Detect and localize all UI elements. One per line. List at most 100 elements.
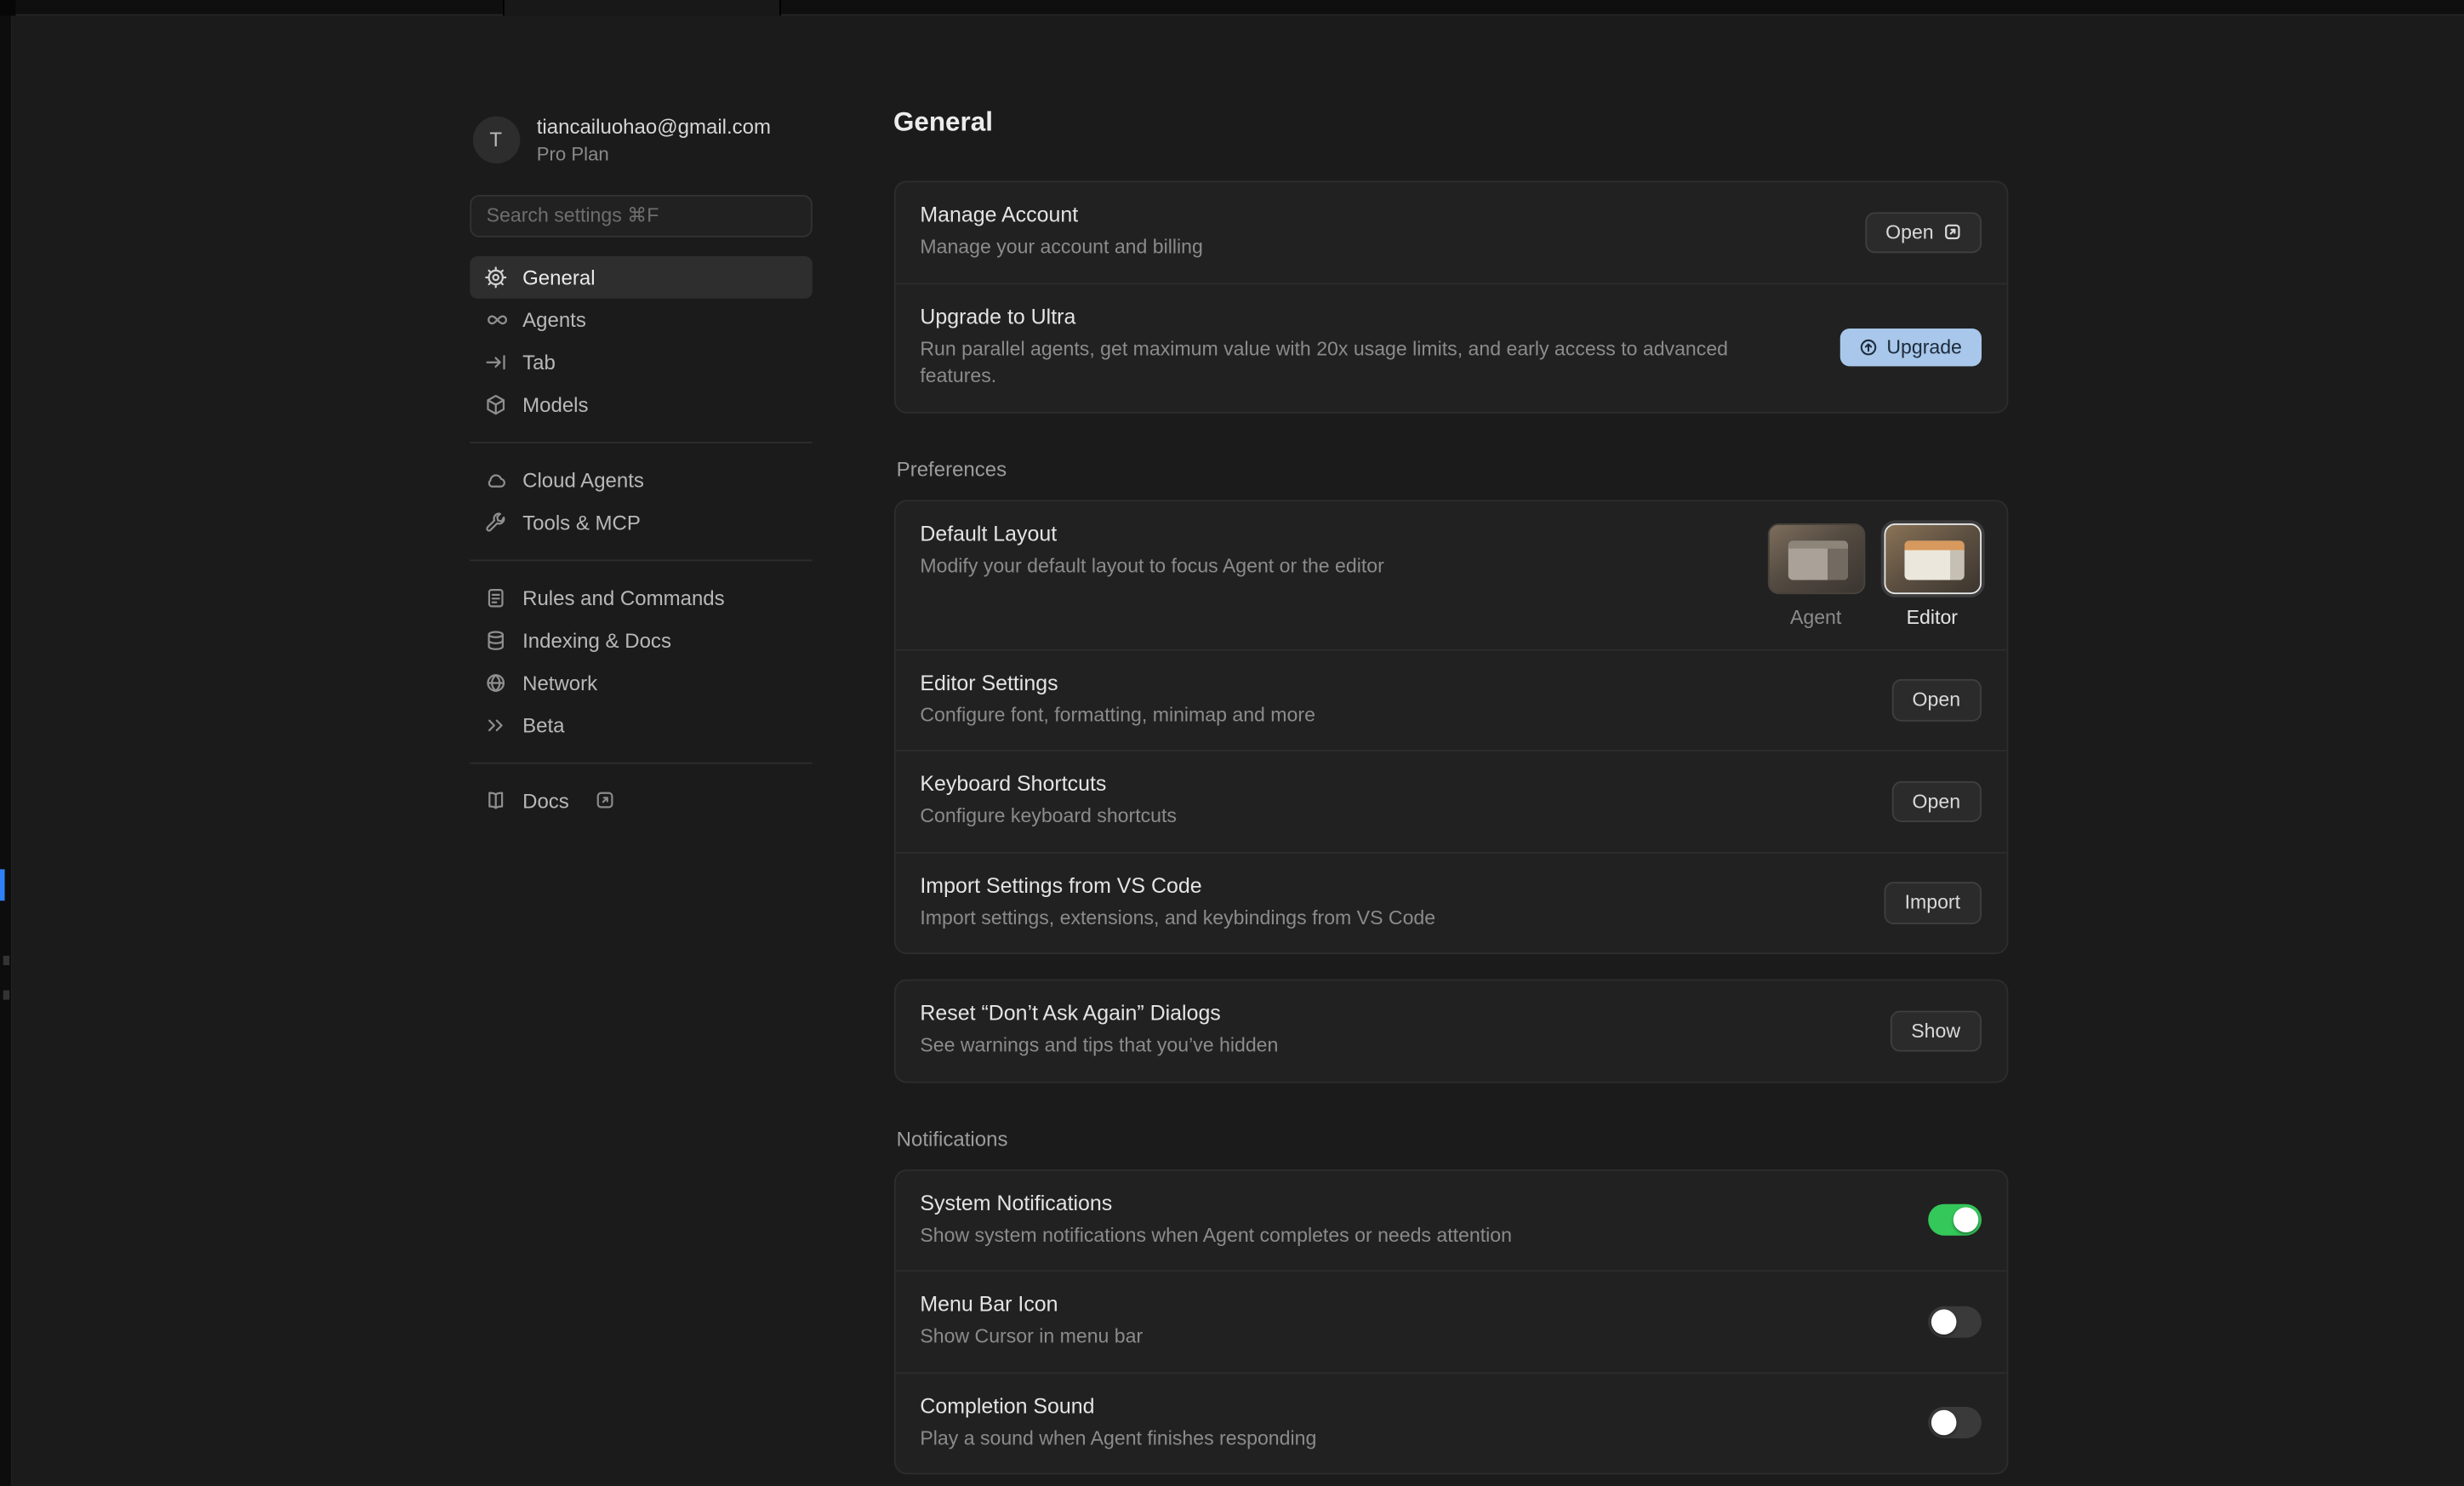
sidebar-item-tools-mcp[interactable]: Tools & MCP <box>469 501 812 544</box>
sidebar-item-general[interactable]: General <box>469 256 812 299</box>
row-subtitle: Play a sound when Agent finishes respond… <box>920 1425 1890 1452</box>
import-vscode-button[interactable]: Import <box>1885 882 1981 923</box>
divider <box>469 441 812 443</box>
row-title: Upgrade to Ultra <box>920 304 1801 328</box>
clipboard-icon <box>483 586 507 609</box>
settings-nav: General Agents Tab <box>469 256 812 822</box>
sidebar-item-agents[interactable]: Agents <box>469 298 812 340</box>
button-label: Import <box>1905 893 1960 912</box>
chevrons-right-icon <box>483 713 507 737</box>
avatar: T <box>472 116 519 163</box>
settings-content: General Manage Account Manage your accou… <box>893 104 2007 1486</box>
settings-panel: T tiancailuohao@gmail.com Pro Plan Gener… <box>13 15 2464 1486</box>
button-label: Open <box>1885 222 1934 242</box>
default-layout-row: Default Layout Modify your default layou… <box>895 500 2006 649</box>
editor-tabbar-fragment <box>0 0 2464 15</box>
keyboard-shortcuts-open-button[interactable]: Open <box>1892 780 1982 822</box>
infinity-icon <box>483 308 507 332</box>
sidebar-item-label: Docs <box>522 789 569 813</box>
book-icon <box>483 789 507 813</box>
active-tab-fragment[interactable] <box>503 0 781 15</box>
layout-option-label: Agent <box>1767 606 1865 628</box>
sidebar-item-cloud-agents[interactable]: Cloud Agents <box>469 459 812 501</box>
reset-dialogs-show-button[interactable]: Show <box>1891 1010 1981 1052</box>
section-label-notifications: Notifications <box>897 1126 2005 1150</box>
reset-dialogs-card: Reset “Don’t Ask Again” Dialogs See warn… <box>893 980 2007 1083</box>
row-subtitle: Import settings, extensions, and keybind… <box>920 905 1846 932</box>
cloud-icon <box>483 468 507 492</box>
sidebar-item-label: Models <box>522 392 588 416</box>
preferences-card: Default Layout Modify your default layou… <box>893 499 2007 954</box>
button-label: Open <box>1913 792 1961 811</box>
layout-option-label: Editor <box>1884 606 1982 628</box>
sidebar-item-models[interactable]: Models <box>469 383 812 426</box>
sidebar-item-network[interactable]: Network <box>469 661 812 704</box>
layout-option-agent[interactable]: Agent <box>1767 523 1865 628</box>
sidebar-item-label: General <box>522 266 595 289</box>
button-label: Show <box>1911 1021 1960 1041</box>
editor-settings-row: Editor Settings Configure font, formatti… <box>895 649 2006 750</box>
manage-account-open-button[interactable]: Open <box>1865 211 1981 253</box>
editor-left-rail <box>0 15 13 1486</box>
button-label: Open <box>1913 690 1961 710</box>
section-label-preferences: Preferences <box>897 457 2005 481</box>
notifications-card: System Notifications Show system notific… <box>893 1169 2007 1474</box>
rail-blue-accent <box>0 869 5 900</box>
row-title: Menu Bar Icon <box>920 1292 1890 1316</box>
sidebar-item-docs[interactable]: Docs <box>469 780 812 822</box>
menu-bar-icon-toggle[interactable] <box>1927 1306 1981 1337</box>
manage-account-row: Manage Account Manage your account and b… <box>895 182 2006 282</box>
row-subtitle: Manage your account and billing <box>920 234 1827 261</box>
sidebar-item-tab[interactable]: Tab <box>469 340 812 383</box>
row-subtitle: Show Cursor in menu bar <box>920 1323 1890 1351</box>
page-title: General <box>893 107 2007 139</box>
editor-settings-open-button[interactable]: Open <box>1892 679 1982 721</box>
default-layout-options: Agent Editor <box>1767 521 1981 628</box>
completion-sound-row: Completion Sound Play a sound when Agent… <box>895 1371 2006 1472</box>
sidebar-item-label: Agents <box>522 308 586 332</box>
database-icon <box>483 628 507 652</box>
row-subtitle: Configure font, formatting, minimap and … <box>920 702 1854 729</box>
upgrade-ultra-row: Upgrade to Ultra Run parallel agents, ge… <box>895 283 2006 411</box>
toggle-knob <box>1953 1208 1978 1233</box>
upgrade-icon <box>1858 338 1877 357</box>
row-title: Reset “Don’t Ask Again” Dialogs <box>920 1002 1853 1026</box>
agent-layout-thumbnail <box>1767 523 1865 593</box>
account-plan-badge: Pro Plan <box>537 140 771 166</box>
toggle-knob <box>1931 1410 1956 1436</box>
search-settings-input[interactable] <box>469 195 812 237</box>
tab-key-icon <box>483 350 507 374</box>
system-notifications-toggle[interactable] <box>1927 1204 1981 1236</box>
reset-dialogs-row: Reset “Don’t Ask Again” Dialogs See warn… <box>895 980 2006 1080</box>
external-link-icon <box>596 791 614 809</box>
sidebar-item-beta[interactable]: Beta <box>469 704 812 746</box>
row-title: Default Layout <box>920 521 1729 545</box>
divider <box>469 762 812 763</box>
sidebar-item-label: Network <box>522 671 597 694</box>
rail-tick <box>3 991 9 1000</box>
cube-icon <box>483 392 507 416</box>
toggle-knob <box>1931 1309 1956 1335</box>
upgrade-button[interactable]: Upgrade <box>1839 329 1981 367</box>
rail-tick <box>3 956 9 965</box>
menu-bar-icon-row: Menu Bar Icon Show Cursor in menu bar <box>895 1270 2006 1371</box>
sidebar-item-rules-commands[interactable]: Rules and Commands <box>469 576 812 619</box>
sidebar-item-label: Indexing & Docs <box>522 628 671 652</box>
globe-icon <box>483 671 507 694</box>
sidebar-item-label: Tab <box>522 350 556 374</box>
gear-icon <box>483 266 507 289</box>
system-notifications-row: System Notifications Show system notific… <box>895 1170 2006 1270</box>
completion-sound-toggle[interactable] <box>1927 1407 1981 1438</box>
account-email: tiancailuohao@gmail.com <box>537 113 771 140</box>
row-title: Import Settings from VS Code <box>920 873 1846 897</box>
settings-sidebar: T tiancailuohao@gmail.com Pro Plan Gener… <box>469 104 812 1486</box>
sidebar-item-label: Beta <box>522 713 564 737</box>
wrench-icon <box>483 511 507 534</box>
account-summary: T tiancailuohao@gmail.com Pro Plan <box>472 113 812 166</box>
row-title: System Notifications <box>920 1191 1890 1215</box>
sidebar-item-label: Cloud Agents <box>522 468 644 492</box>
sidebar-item-indexing-docs[interactable]: Indexing & Docs <box>469 619 812 661</box>
layout-option-editor[interactable]: Editor <box>1884 523 1982 628</box>
row-subtitle: Show system notifications when Agent com… <box>920 1222 1890 1249</box>
button-label: Upgrade <box>1886 338 1962 357</box>
